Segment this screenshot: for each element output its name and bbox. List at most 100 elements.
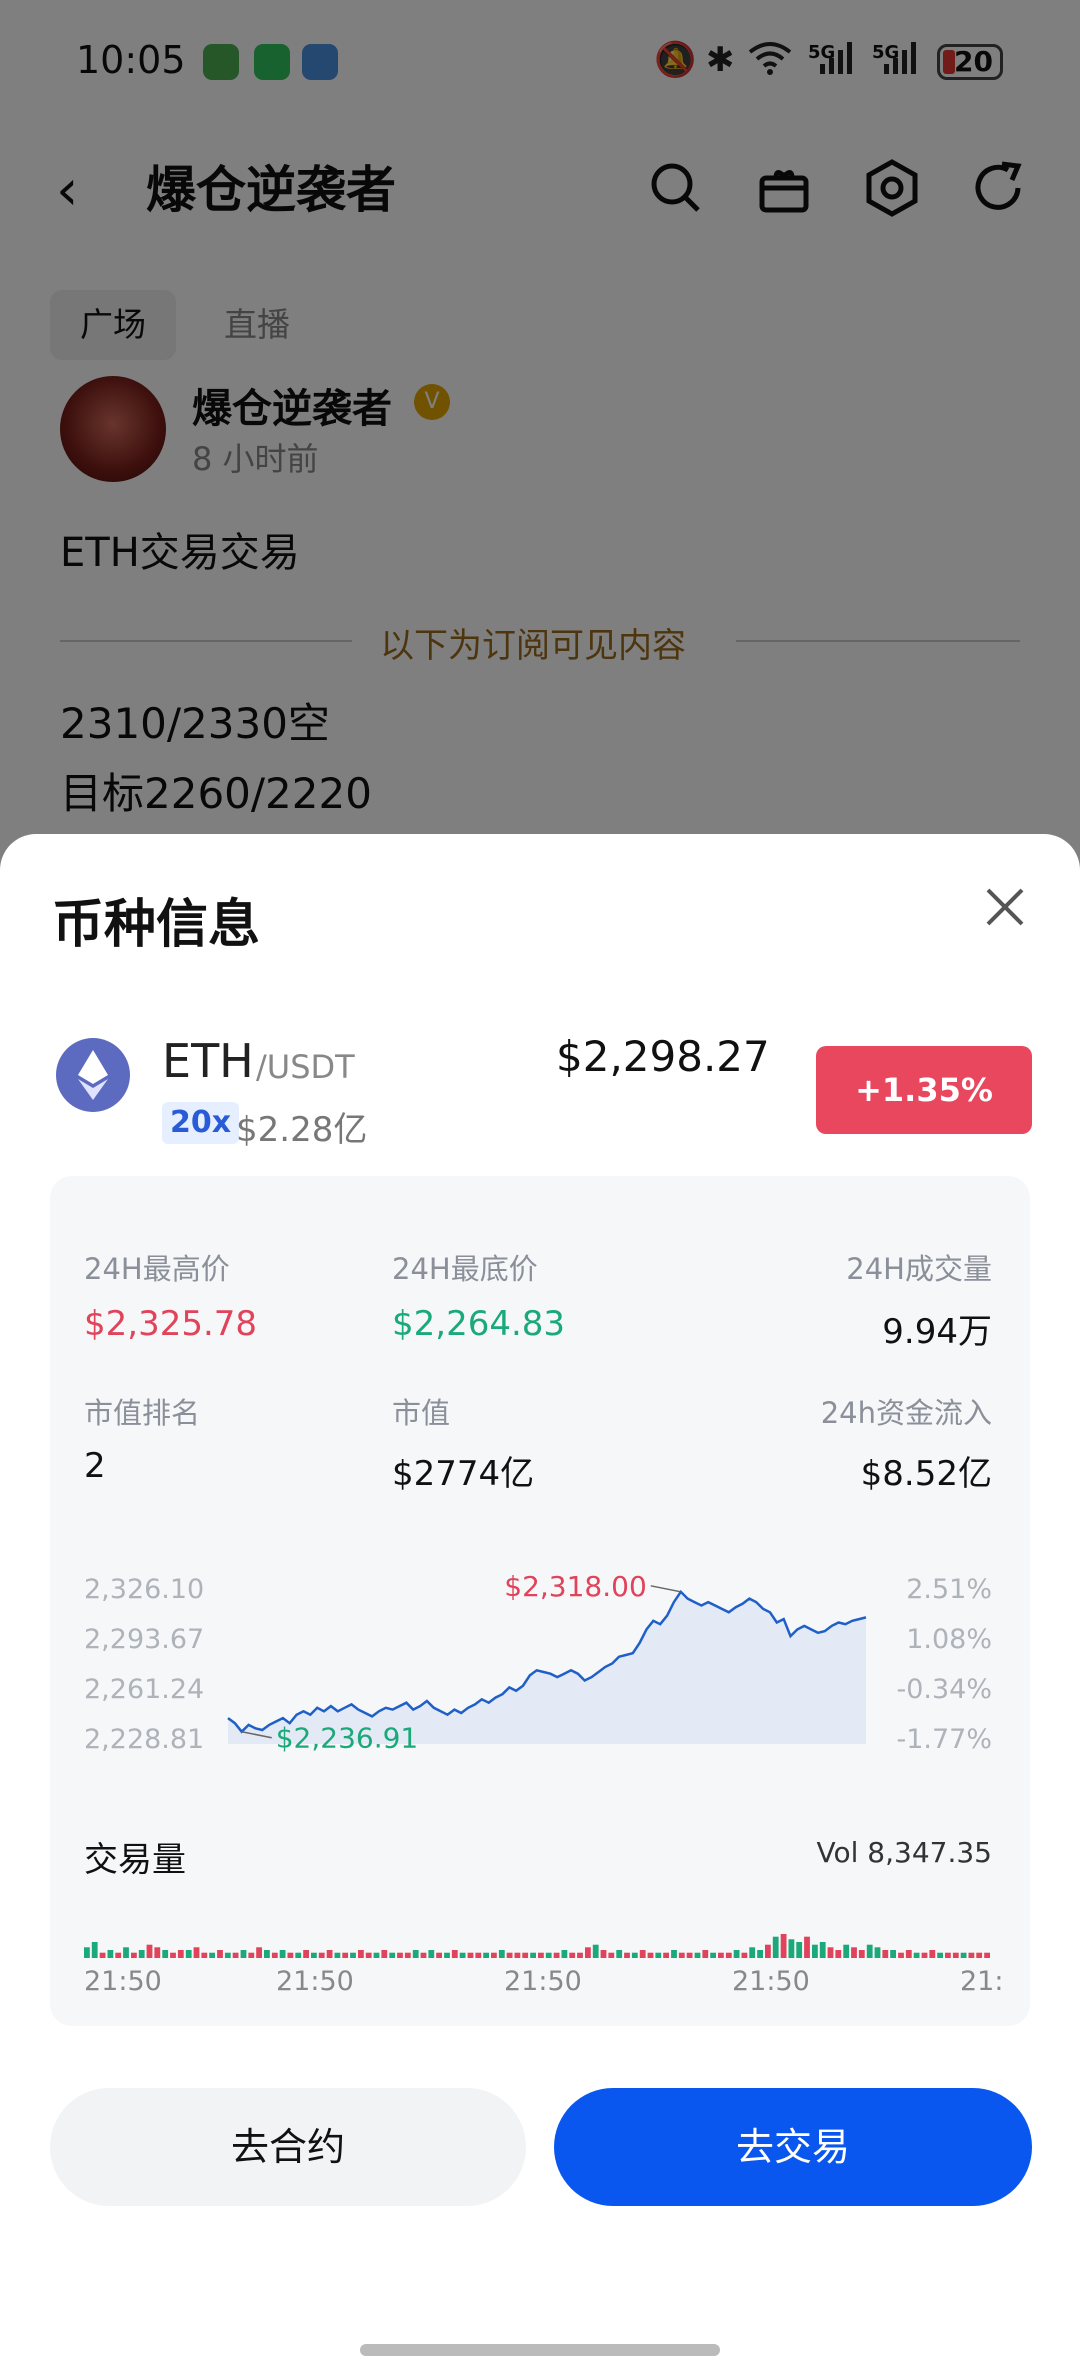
volume-bar [585, 1947, 591, 1958]
volume-bar [271, 1952, 278, 1958]
volume-bar [224, 1952, 231, 1958]
volume-bar [287, 1952, 294, 1958]
volume-bar [631, 1952, 638, 1958]
volume-bar [952, 1952, 959, 1958]
volume-bar [358, 1950, 364, 1958]
volume-chart[interactable] [50, 1896, 1030, 1962]
volume-bar [99, 1952, 106, 1958]
volume-bar [545, 1952, 552, 1958]
annotation-high: $2,318.00 [504, 1570, 647, 1603]
volume-bar [851, 1947, 857, 1958]
volume-bar [835, 1950, 842, 1958]
volume-bar [647, 1952, 654, 1958]
volume-bar [154, 1947, 161, 1958]
volume-bar [905, 1950, 912, 1958]
volume-section-title: 交易量 [84, 1840, 186, 1880]
volume-bar [530, 1952, 536, 1958]
volume-bar [772, 1936, 779, 1958]
volume-bar [694, 1952, 701, 1958]
inflow-value: $8.52亿 [860, 1454, 992, 1494]
volume-bar [741, 1952, 748, 1958]
volume-bar [561, 1950, 568, 1958]
volume-bar [483, 1952, 489, 1958]
volume-total: Vol 8,347.35 [816, 1836, 992, 1869]
volume-bar [538, 1952, 544, 1958]
volume-bar [91, 1942, 98, 1958]
volume-bar [459, 1952, 466, 1958]
x-tick-2: 21:50 [504, 1966, 582, 1997]
volume-bar [365, 1952, 372, 1958]
volume-bar [733, 1950, 740, 1958]
volume-bar [718, 1952, 724, 1958]
x-tick-4: 21: [960, 1966, 1004, 1997]
x-tick-1: 21:50 [276, 1966, 354, 1997]
volume-bar [451, 1950, 458, 1958]
volume-bar [921, 1952, 928, 1958]
volume-bar [389, 1952, 396, 1958]
low-value: $2,264.83 [392, 1304, 566, 1344]
volume-bar [592, 1944, 599, 1958]
volume-bar [138, 1950, 145, 1958]
volume-bar [796, 1942, 803, 1958]
coin-symbol: ETH [162, 1034, 254, 1088]
close-icon[interactable] [980, 882, 1030, 932]
volume-bar [311, 1952, 317, 1958]
volume-bar [177, 1950, 184, 1958]
volume-bar [240, 1950, 247, 1958]
volume-bar [436, 1952, 442, 1958]
volume-bar [264, 1950, 270, 1958]
volume-bar [498, 1950, 505, 1958]
volume-bar [506, 1952, 513, 1958]
volume-bar [639, 1950, 646, 1958]
volume-bar [804, 1936, 810, 1958]
coin-price: $2,298.27 [556, 1032, 770, 1081]
volume-bar [757, 1950, 763, 1958]
volume-bar [616, 1950, 623, 1958]
volume-bar [334, 1952, 341, 1958]
volume-bar [710, 1952, 716, 1958]
volume-bar [397, 1952, 403, 1958]
volume-bar [577, 1952, 583, 1958]
volume-bar [232, 1952, 239, 1958]
volume-bar [107, 1950, 114, 1958]
volume-bar [146, 1944, 153, 1958]
volume-bar [115, 1952, 122, 1958]
volume-bar [162, 1950, 169, 1958]
volume-bar [412, 1950, 419, 1958]
volume-bar [663, 1952, 669, 1958]
high-value: $2,325.78 [84, 1304, 258, 1344]
volume-bar [702, 1950, 709, 1958]
volume-bar [671, 1950, 677, 1958]
x-tick-0: 21:50 [84, 1966, 162, 1997]
volume-bar [937, 1952, 943, 1958]
volume-bar [279, 1950, 286, 1958]
volume-bar [217, 1950, 223, 1958]
volume-bar [866, 1944, 873, 1958]
volume-bar [678, 1952, 685, 1958]
go-contract-button[interactable]: 去合约 [50, 2088, 526, 2206]
volume-bar [984, 1952, 990, 1958]
volume-bar [350, 1952, 356, 1958]
volume-bar [890, 1950, 896, 1958]
volume-bar [858, 1950, 865, 1958]
volume-bar [819, 1942, 826, 1958]
volume-bar [491, 1952, 497, 1958]
home-indicator[interactable] [360, 2344, 720, 2356]
high-label: 24H最高价 [84, 1252, 230, 1286]
coin-volume: $2.28亿 [236, 1110, 368, 1150]
volume-bar [788, 1939, 795, 1958]
volume-bar [467, 1952, 474, 1958]
price-chart[interactable]: $2,318.00 $2,236.91 [50, 1556, 1030, 1776]
go-trade-button[interactable]: 去交易 [554, 2088, 1032, 2206]
volume-bar [569, 1952, 576, 1958]
volume-bar [827, 1947, 834, 1958]
volume-bar [874, 1947, 881, 1958]
volume-bar [475, 1952, 482, 1958]
annotation-high-leader [650, 1585, 681, 1593]
low-label: 24H最底价 [392, 1252, 538, 1286]
volume-bar [929, 1950, 936, 1958]
volume-bar [553, 1952, 560, 1958]
volume-bar [655, 1952, 662, 1958]
volume-bar [749, 1947, 756, 1958]
volume-bar [976, 1952, 983, 1958]
